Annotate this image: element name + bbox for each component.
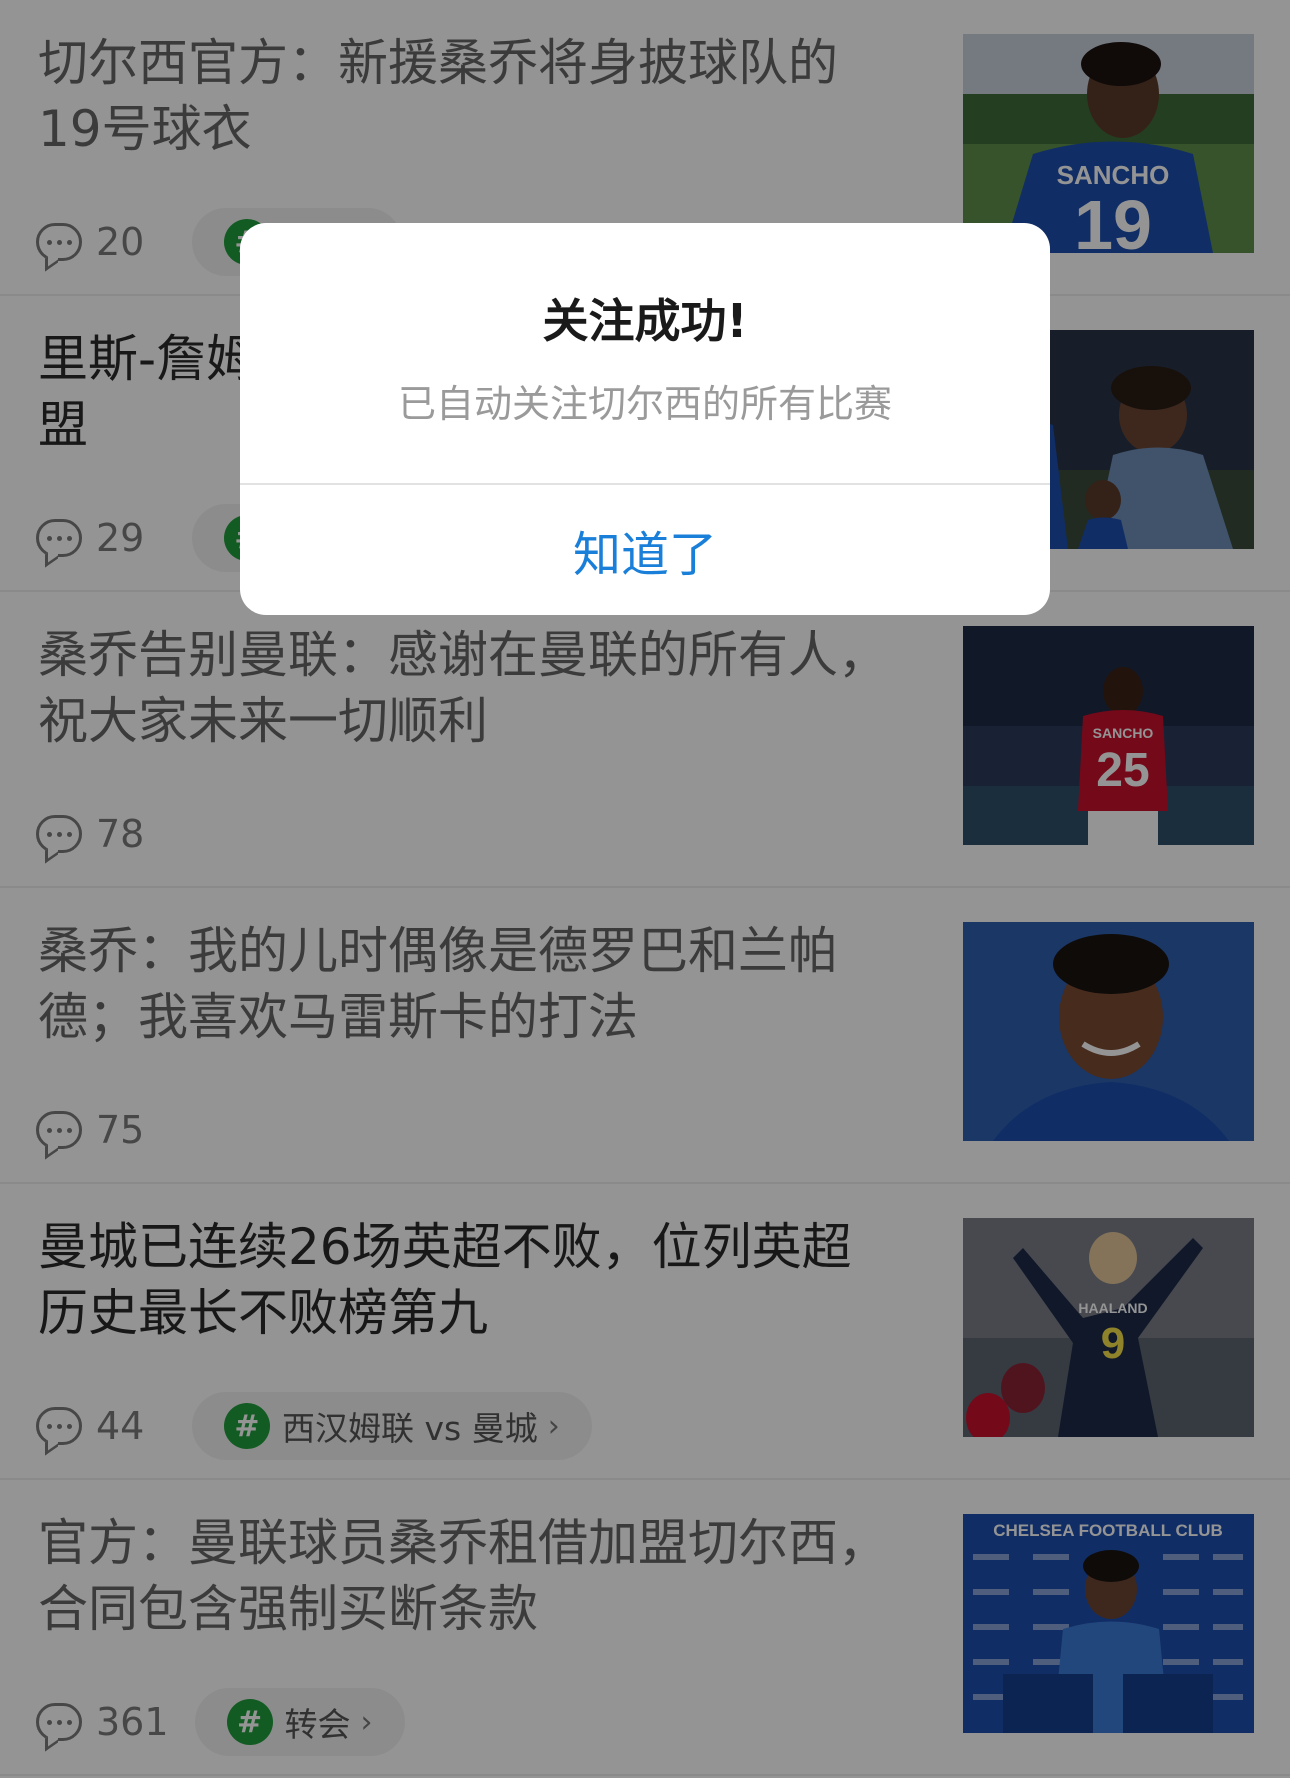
follow-success-dialog: 关注成功! 已自动关注切尔西的所有比赛 知道了 xyxy=(240,223,1050,615)
dialog-title: 关注成功! xyxy=(542,294,748,348)
dialog-message: 已自动关注切尔西的所有比赛 xyxy=(397,382,892,426)
got-it-button[interactable]: 知道了 xyxy=(240,485,1050,615)
